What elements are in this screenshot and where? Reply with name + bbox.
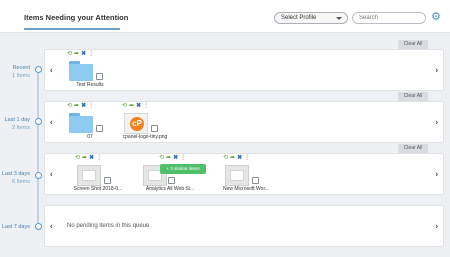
chevron-left-icon[interactable]: ‹	[50, 66, 53, 75]
queue-item[interactable]: ⟲ ➦ ✖ ⋮ cP cpanel-logo-tiny.png	[122, 103, 178, 155]
folder-icon	[69, 61, 95, 81]
more-icon[interactable]: ⋮	[180, 155, 186, 162]
chevron-right-icon[interactable]: ›	[435, 170, 438, 179]
queue-item[interactable]: ⟲ ➦ ✖ ⋮ New Microsoft Wor...	[223, 155, 279, 207]
queue-item[interactable]: ⟲ ➦ ✖ ⋮ Test Results	[67, 51, 123, 103]
gear-icon[interactable]: ⚙	[431, 12, 442, 23]
delete-icon[interactable]: ✖	[81, 51, 86, 58]
item-actions: ⟲ ➦ ✖ ⋮	[159, 155, 199, 162]
queue-item[interactable]: ⟲ ➦ ✖ ⋮ Analytics All Web Si...	[141, 155, 197, 207]
forward-icon[interactable]: ➦	[74, 103, 79, 110]
chevron-left-icon[interactable]: ‹	[50, 170, 53, 179]
clear-all-button[interactable]: Clear All	[398, 40, 428, 49]
timeline-count: 2 Items	[11, 125, 30, 131]
item-checkbox[interactable]	[252, 177, 259, 184]
item-actions: ⟲ ➦ ✖ ⋮	[75, 155, 115, 162]
clear-all-button[interactable]: Clear All	[398, 92, 428, 101]
timeline-period: Last 3 days	[1, 171, 30, 177]
item-actions: ⟲ ➦ ✖ ⋮	[122, 103, 162, 110]
item-name: New Microsoft Wor...	[222, 186, 270, 192]
delete-icon[interactable]: ✖	[136, 103, 141, 110]
queue-last-7-days: ‹ › No pending items in this queue	[44, 205, 444, 247]
active-tab-underline	[24, 28, 120, 30]
more-icon[interactable]: ⋮	[143, 103, 149, 110]
timeline-label-last-1-day[interactable]: Last 1 day 2 Items	[5, 116, 30, 132]
similar-items-badge[interactable]: + 3 similar items	[160, 164, 206, 174]
item-checkbox[interactable]	[96, 73, 103, 80]
queue-item[interactable]: ⟲ ➦ ✖ ⋮ 07	[67, 103, 123, 155]
profile-select-label: Select Profile	[281, 15, 317, 21]
clear-all-button[interactable]: Clear All	[398, 144, 428, 153]
chevron-down-icon	[336, 17, 342, 20]
queue-last-3-days: ‹ › ⟲ ➦ ✖ ⋮ Screen Shot 2018-0... ⟲ ➦ ✖ ⋮ Anal…	[44, 153, 444, 195]
item-checkbox[interactable]	[151, 125, 158, 132]
restore-icon[interactable]: ⟲	[67, 51, 72, 58]
more-icon[interactable]: ⋮	[88, 51, 94, 58]
forward-icon[interactable]: ➦	[74, 51, 79, 58]
folder-icon	[69, 113, 95, 133]
delete-icon[interactable]: ✖	[173, 155, 178, 162]
cpanel-logo-text: cP	[130, 117, 144, 131]
profile-select[interactable]: Select Profile	[274, 12, 348, 24]
item-name: cpanel-logo-tiny.png	[122, 134, 168, 140]
timeline-line	[37, 68, 39, 230]
timeline-dot	[35, 118, 42, 125]
delete-icon[interactable]: ✖	[81, 103, 86, 110]
more-icon[interactable]: ⋮	[244, 155, 250, 162]
search-input[interactable]	[352, 12, 426, 24]
queue-last-1-day: ‹ › ⟲ ➦ ✖ ⋮ 07 ⟲ ➦ ✖ ⋮ cP cpanel-logo-tiny.png	[44, 101, 444, 143]
document-thumbnail	[225, 165, 251, 186]
forward-icon[interactable]: ➦	[230, 155, 235, 162]
more-icon[interactable]: ⋮	[88, 103, 94, 110]
restore-icon[interactable]: ⟲	[67, 103, 72, 110]
item-checkbox[interactable]	[96, 125, 103, 132]
forward-icon[interactable]: ➦	[166, 155, 171, 162]
forward-icon[interactable]: ➦	[129, 103, 134, 110]
item-name: Analytics All Web Si...	[145, 186, 195, 192]
item-name: 07	[87, 134, 93, 140]
queue-item[interactable]: ⟲ ➦ ✖ ⋮ Screen Shot 2018-0...	[74, 155, 131, 207]
top-header: Items Needing your Attention Select Prof…	[0, 0, 450, 33]
chevron-right-icon[interactable]: ›	[435, 66, 438, 75]
queue-recent: ‹ › ⟲ ➦ ✖ ⋮ Test Results	[44, 49, 444, 91]
restore-icon[interactable]: ⟲	[159, 155, 164, 162]
item-actions: ⟲ ➦ ✖ ⋮	[223, 155, 263, 162]
cpanel-logo-icon: cP	[124, 113, 150, 134]
restore-icon[interactable]: ⟲	[223, 155, 228, 162]
chevron-right-icon[interactable]: ›	[435, 222, 438, 231]
more-icon[interactable]: ⋮	[96, 155, 102, 162]
screenshot-thumbnail	[77, 165, 103, 186]
item-name: Test Results	[76, 82, 104, 88]
timeline-label-last-3-days[interactable]: Last 3 days 6 Items	[2, 170, 30, 186]
timeline-period: Last 1 day	[4, 117, 30, 123]
delete-icon[interactable]: ✖	[89, 155, 94, 162]
chevron-right-icon[interactable]: ›	[435, 118, 438, 127]
timeline-label-last-7-days[interactable]: Last 7 days	[2, 223, 30, 231]
timeline-dot	[35, 223, 42, 230]
timeline-period: Last 7 days	[1, 224, 30, 230]
timeline-count: 6 Items	[11, 179, 30, 185]
item-checkbox[interactable]	[104, 177, 111, 184]
timeline-period: Recent	[12, 65, 30, 71]
item-name: Screen Shot 2018-0...	[73, 186, 123, 192]
delete-icon[interactable]: ✖	[237, 155, 242, 162]
timeline-dot	[35, 66, 42, 73]
chevron-left-icon[interactable]: ‹	[50, 222, 53, 231]
page-title: Items Needing your Attention	[24, 13, 129, 22]
item-actions: ⟲ ➦ ✖ ⋮	[67, 103, 107, 110]
empty-queue-message: No pending items in this queue	[67, 223, 150, 229]
item-checkbox[interactable]	[168, 177, 175, 184]
restore-icon[interactable]: ⟲	[75, 155, 80, 162]
timeline-dot	[35, 172, 42, 179]
restore-icon[interactable]: ⟲	[122, 103, 127, 110]
chevron-left-icon[interactable]: ‹	[50, 118, 53, 127]
item-actions: ⟲ ➦ ✖ ⋮	[67, 51, 107, 58]
forward-icon[interactable]: ➦	[82, 155, 87, 162]
timeline-label-recent[interactable]: Recent 1 Items	[12, 64, 30, 80]
timeline-count: 1 Items	[11, 73, 30, 79]
